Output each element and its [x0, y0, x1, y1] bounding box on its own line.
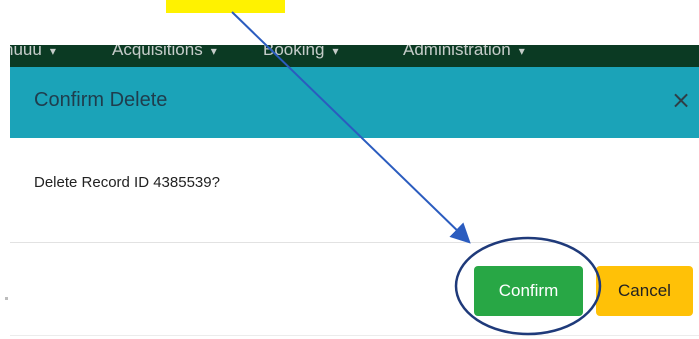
nav-item-acquisitions[interactable]: Acquisitions ▾ [112, 45, 217, 60]
chevron-down-icon: ▾ [332, 45, 339, 58]
modal-bottom-divider [10, 335, 699, 336]
nav-item-0[interactable]: nuuu▾ [10, 45, 56, 60]
modal-footer-divider [10, 242, 699, 243]
confirm-message: Delete Record ID 4385539? [34, 174, 220, 191]
cancel-button[interactable]: Cancel [596, 266, 693, 316]
modal-title: Confirm Delete [34, 89, 168, 111]
chevron-down-icon: ▾ [210, 45, 217, 58]
chevron-down-icon: ▾ [518, 45, 525, 58]
top-navbar: nuuu▾ Acquisitions▾ Booking▾ Administrat… [10, 45, 699, 67]
highlight-mark [166, 0, 285, 13]
close-icon[interactable]: × [671, 88, 691, 112]
modal-body: Delete Record ID 4385539? [10, 138, 699, 242]
chevron-down-icon: ▾ [49, 45, 56, 58]
scroll-mark [5, 297, 8, 300]
confirm-button[interactable]: Confirm [474, 266, 583, 316]
modal-header: Confirm Delete × [10, 67, 699, 138]
nav-item-administration[interactable]: Administration ▾ [403, 45, 525, 60]
nav-item-booking[interactable]: Booking ▾ [263, 45, 338, 60]
